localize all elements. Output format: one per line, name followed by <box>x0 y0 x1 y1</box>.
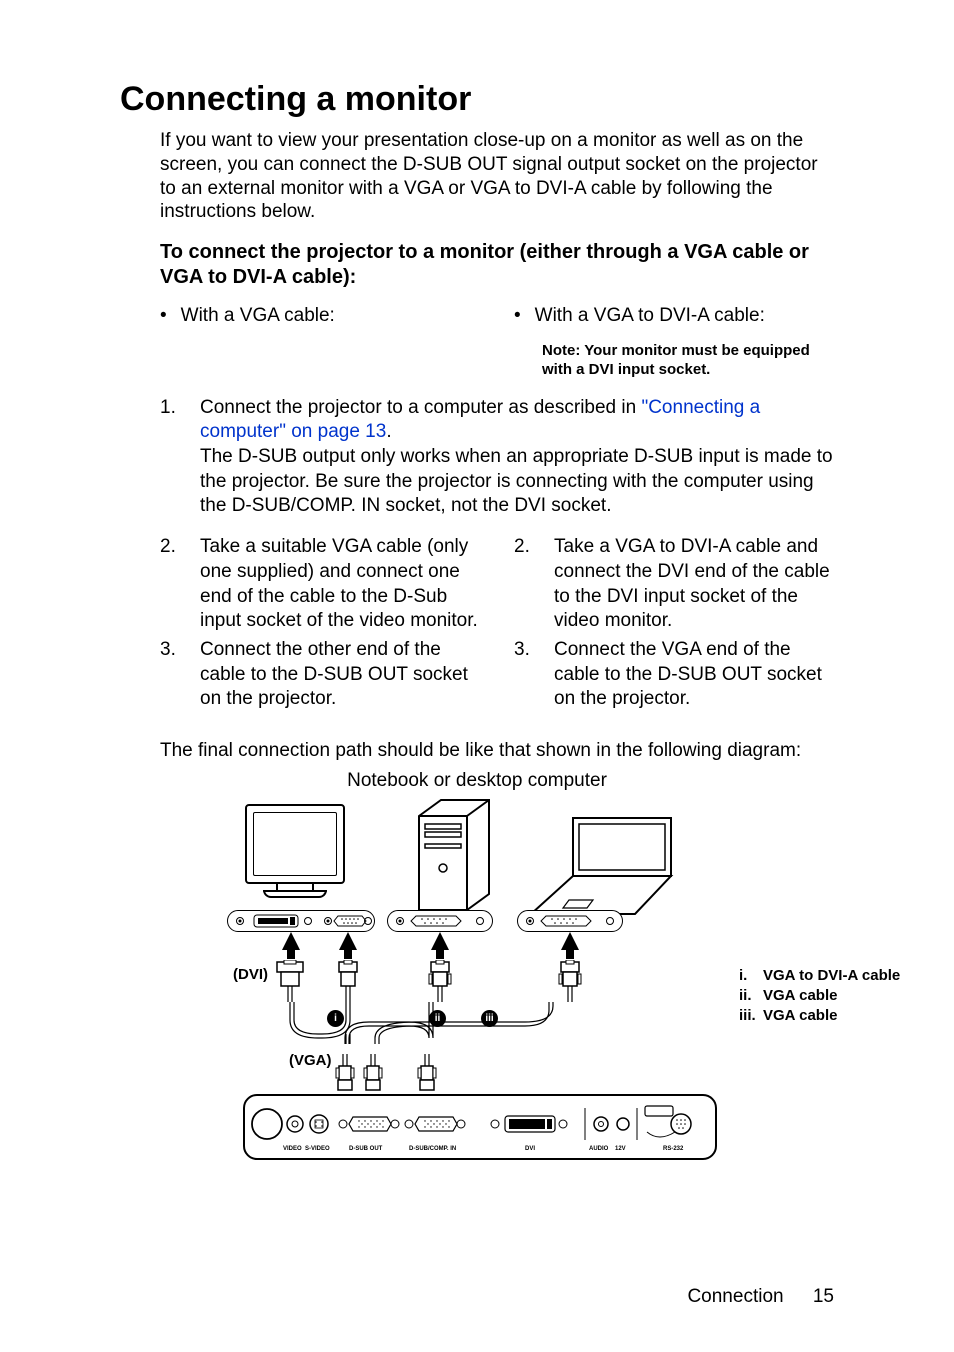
port-label-svideo: S-VIDEO <box>305 1146 330 1152</box>
step-number-2l: 2. <box>160 535 180 634</box>
arrow-up-icon <box>282 932 300 959</box>
step1-text-a: Connect the projector to a computer as d… <box>200 397 641 418</box>
step1-text-b: . <box>386 421 391 442</box>
legend-i-label: i. <box>739 966 757 986</box>
port-label-dsubin: D-SUB/COMP. IN <box>409 1146 456 1152</box>
legend-iii-label: iii. <box>739 1006 757 1026</box>
port-label-video: VIDEO <box>283 1146 302 1152</box>
bullet-dot: • <box>514 304 521 329</box>
page-title: Connecting a monitor <box>120 80 834 119</box>
port-label-dsubout: D-SUB OUT <box>349 1146 382 1152</box>
diagram-caption: Notebook or desktop computer <box>120 770 834 792</box>
subheading: To connect the projector to a monitor (e… <box>160 240 834 290</box>
laptop-port-strip <box>517 910 623 932</box>
dvi-label: (DVI) <box>233 966 268 983</box>
arrow-up-icon <box>561 932 579 959</box>
vga-connector-icon <box>415 1052 439 1096</box>
laptop-icon <box>527 814 677 923</box>
step-number-3r: 3. <box>514 638 534 712</box>
projector-panel: VIDEO S-VIDEO D-SUB OUT D-SUB/COMP. IN D… <box>243 1094 717 1160</box>
right-step-3: Connect the VGA end of the cable to the … <box>554 638 834 712</box>
legend-ii-label: ii. <box>739 986 757 1006</box>
diagram-legend: i. VGA to DVI-A cable ii. VGA cable iii. VG… <box>739 966 909 1027</box>
step-number-1: 1. <box>160 396 180 519</box>
left-step-2: Take a suitable VGA cable (only one supp… <box>200 535 480 634</box>
desktop-port-strip <box>387 910 493 932</box>
external-monitor-icon <box>245 804 345 898</box>
port-label-rs232: RS-232 <box>663 1146 683 1152</box>
right-step-2: Take a VGA to DVI-A cable and connect th… <box>554 535 834 634</box>
footer-page-number: 15 <box>813 1286 834 1307</box>
left-step-3: Connect the other end of the cable to th… <box>200 638 480 712</box>
connection-diagram: i ii iii (DVI) (VGA) <box>227 798 727 1168</box>
vga-connector-icon <box>333 1052 357 1096</box>
port-label-12v: 12V <box>615 1146 626 1152</box>
final-paragraph: The final connection path should be like… <box>160 740 834 762</box>
monitor-port-strip <box>227 910 375 932</box>
vga-connector-icon <box>361 1052 385 1096</box>
footer-section: Connection <box>687 1286 783 1307</box>
arrow-up-icon <box>339 932 357 959</box>
legend-iii-text: VGA cable <box>763 1006 837 1026</box>
arrow-up-icon <box>431 932 449 959</box>
left-bullet: With a VGA cable: <box>181 304 335 329</box>
step-number-2r: 2. <box>514 535 534 634</box>
legend-i-text: VGA to DVI-A cable <box>763 966 900 986</box>
port-label-dvi: DVI <box>525 1146 535 1152</box>
intro-paragraph: If you want to view your presentation cl… <box>160 129 834 224</box>
port-label-audio: AUDIO <box>589 1146 608 1152</box>
bullet-dot: • <box>160 304 167 329</box>
note-text: Note: Your monitor must be equipped with… <box>542 341 834 380</box>
step-number-3l: 3. <box>160 638 180 712</box>
legend-ii-text: VGA cable <box>763 986 837 1006</box>
right-bullet: With a VGA to DVI-A cable: <box>535 304 765 329</box>
step1-text-c: The D-SUB output only works when an appr… <box>200 446 833 516</box>
desktop-tower-icon <box>417 798 491 917</box>
